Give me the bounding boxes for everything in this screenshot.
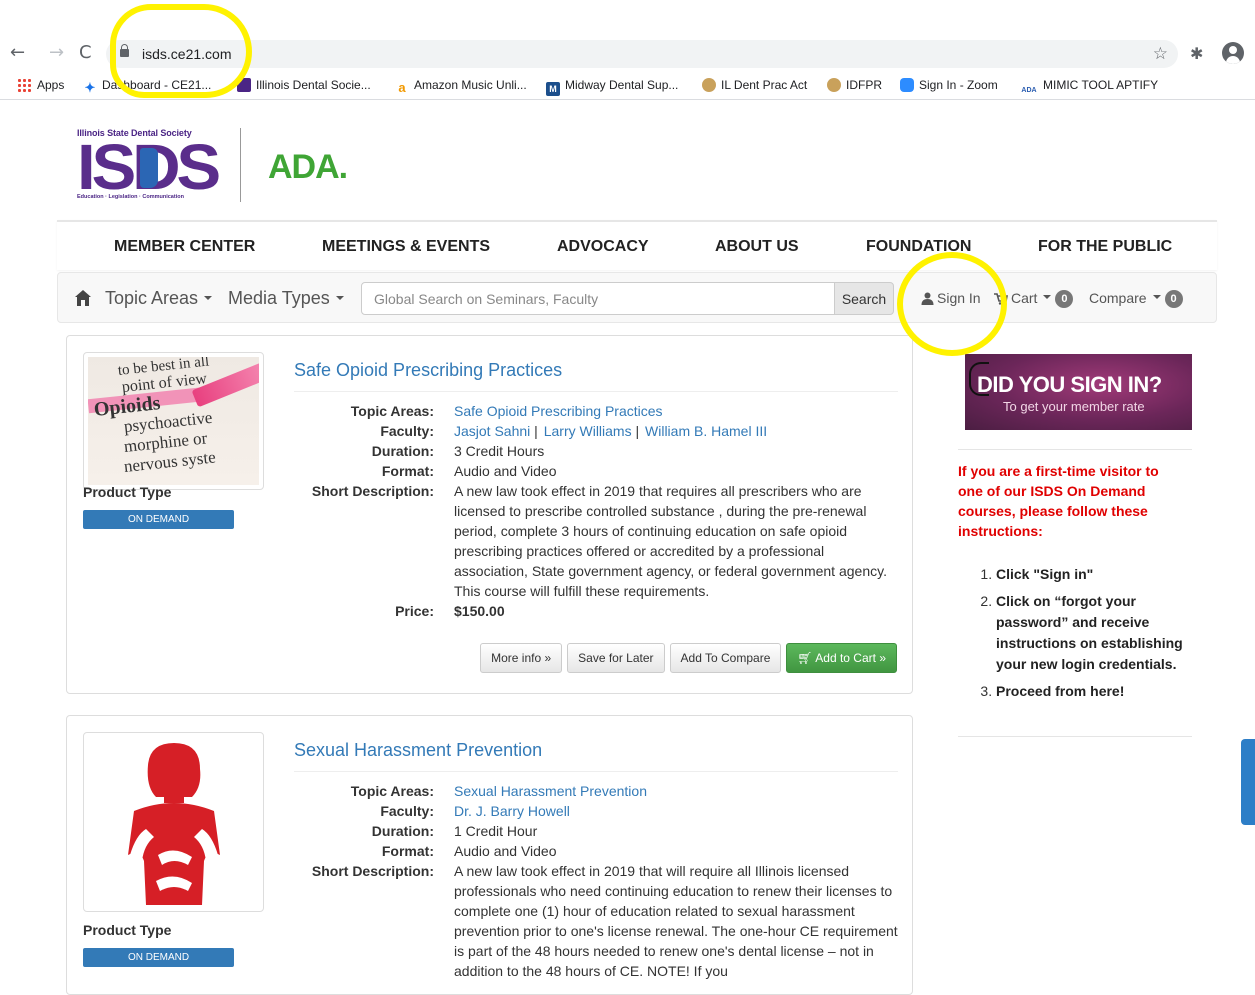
instruction-step: Click on “forgot your password” and rece…: [996, 591, 1192, 675]
bookmark-idfpr[interactable]: IDFPR: [827, 78, 882, 92]
caret-down-icon: [335, 296, 344, 300]
product-title[interactable]: Safe Opioid Prescribing Practices: [294, 360, 562, 381]
add-to-cart-button[interactable]: 🛒︎ Add to Cart »: [786, 643, 897, 673]
bookmark-amazon-music[interactable]: a Amazon Music Unli...: [395, 78, 526, 95]
short-description: A new law took effect in 2019 that requi…: [454, 483, 887, 599]
faculty-link[interactable]: William B. Hamel III: [645, 423, 767, 439]
opioids-dictionary-image: to be best in all point of view Opioids …: [88, 357, 259, 485]
sidebar-divider: [958, 736, 1192, 737]
global-search-input[interactable]: [361, 282, 835, 315]
nav-advocacy[interactable]: ADVOCACY: [557, 238, 649, 256]
product-title[interactable]: Sexual Harassment Prevention: [294, 740, 542, 761]
zoom-icon: [900, 78, 914, 92]
ada-logo[interactable]: ADA.: [268, 148, 348, 187]
title-divider: [294, 771, 898, 772]
product-card: Product Type ON DEMAND Sexual Harassment…: [66, 715, 913, 995]
instructions-list: Click "Sign in" Click on “forgot your pa…: [958, 564, 1192, 708]
ada-icon: ADA: [1021, 87, 1037, 94]
sidebar-divider: [958, 449, 1192, 450]
price-value: $150.00: [454, 603, 505, 619]
product-details: Topic Areas: Sexual Harassment Prevention…: [311, 783, 898, 979]
instruction-step: Click "Sign in": [996, 564, 1192, 585]
more-info-button[interactable]: More info »: [480, 643, 563, 673]
ce21-icon: ✦: [84, 80, 96, 95]
logo-divider: [240, 128, 241, 202]
first-time-visitor-notice: If you are a first-time visitor to one o…: [958, 463, 1159, 539]
title-divider: [294, 391, 898, 392]
duration-value: 3 Credit Hours: [454, 443, 545, 459]
back-arrow-icon[interactable]: ←: [10, 43, 25, 63]
catalog-toolbar: Topic Areas Media Types Search Sign In C…: [57, 272, 1217, 323]
add-to-compare-button[interactable]: Add To Compare: [669, 643, 782, 673]
cart-count-badge: 0: [1055, 290, 1074, 308]
reload-icon[interactable]: C: [79, 43, 92, 63]
forward-arrow-icon[interactable]: →: [49, 43, 64, 63]
save-for-later-button[interactable]: Save for Later: [567, 643, 665, 673]
format-value: Audio and Video: [454, 463, 557, 479]
isds-logo[interactable]: Illinois State Dental Society ISDS Educa…: [77, 128, 221, 204]
topic-area-link[interactable]: Safe Opioid Prescribing Practices: [454, 403, 663, 419]
bookmark-star-icon[interactable]: ☆: [1153, 44, 1168, 64]
url-highlight-annotation: [110, 4, 252, 98]
product-thumbnail[interactable]: [83, 732, 264, 912]
media-types-dropdown[interactable]: Media Types: [228, 288, 344, 309]
faculty-link[interactable]: Dr. J. Barry Howell: [454, 803, 570, 819]
nav-about-us[interactable]: ABOUT US: [715, 238, 799, 256]
product-details: Topic Areas: Safe Opioid Prescribing Prac…: [294, 401, 898, 621]
extensions-puzzle-icon[interactable]: ✱: [1190, 44, 1203, 63]
product-type-badge: ON DEMAND: [83, 948, 234, 967]
short-description: A new law took effect in 2019 that will …: [454, 863, 898, 979]
amazon-icon: a: [398, 80, 406, 95]
bookmark-apps[interactable]: Apps: [17, 78, 64, 92]
product-type-label: Product Type: [83, 484, 172, 500]
product-type-badge: ON DEMAND: [83, 510, 234, 529]
main-navigation: MEMBER CENTER MEETINGS & EVENTS ADVOCACY…: [57, 220, 1217, 270]
caret-down-icon: [1152, 295, 1161, 299]
sign-in-reminder-banner[interactable]: DID YOU SIGN IN? To get your member rate: [965, 354, 1192, 430]
bookmark-mimic-tool[interactable]: ADA MIMIC TOOL APTIFY: [1020, 78, 1158, 98]
instruction-step: Proceed from here!: [996, 681, 1192, 702]
product-actions: More info » Save for Later Add To Compar…: [480, 643, 897, 673]
nav-meetings-events[interactable]: MEETINGS & EVENTS: [322, 238, 490, 256]
illinois-seal-icon: [827, 78, 841, 92]
bookmark-zoom[interactable]: Sign In - Zoom: [900, 78, 998, 92]
compare-dropdown[interactable]: Compare 0: [1089, 290, 1183, 308]
apps-grid-icon: [17, 78, 31, 92]
illinois-seal-icon: [702, 78, 716, 92]
product-type-label: Product Type: [83, 922, 172, 938]
bookmark-midway-dental[interactable]: M Midway Dental Sup...: [546, 78, 678, 96]
format-value: Audio and Video: [454, 843, 557, 859]
illinois-state-shape: [140, 148, 158, 188]
topic-areas-dropdown[interactable]: Topic Areas: [105, 288, 213, 309]
feedback-tab[interactable]: [1241, 739, 1255, 825]
bookmark-illinois-dental-society[interactable]: Illinois Dental Socie...: [237, 78, 371, 92]
address-bar[interactable]: isds.ce21.com ☆: [106, 40, 1178, 68]
nav-for-the-public[interactable]: FOR THE PUBLIC: [1038, 238, 1172, 256]
duration-value: 1 Credit Hour: [454, 823, 538, 839]
profile-avatar-icon[interactable]: [1222, 42, 1244, 64]
product-card: to be best in all point of view Opioids …: [66, 335, 913, 694]
compare-count-badge: 0: [1164, 290, 1183, 308]
topic-area-link[interactable]: Sexual Harassment Prevention: [454, 783, 647, 799]
search-button[interactable]: Search: [834, 282, 894, 315]
cart-icon: 🛒︎: [797, 651, 813, 665]
midway-icon: M: [546, 82, 560, 96]
bookmark-il-dent-prac-act[interactable]: IL Dent Prac Act: [702, 78, 807, 92]
faculty-link[interactable]: Jasjot Sahni: [454, 423, 530, 439]
product-thumbnail[interactable]: to be best in all point of view Opioids …: [83, 352, 264, 490]
sign-in-highlight-annotation: [897, 252, 1007, 356]
harassment-figure-image: [128, 743, 220, 905]
caret-down-icon: [204, 296, 213, 300]
caret-down-icon: [1043, 295, 1052, 299]
nav-member-center[interactable]: MEMBER CENTER: [114, 238, 255, 256]
home-icon[interactable]: [74, 289, 92, 307]
faculty-link[interactable]: Larry Williams: [544, 423, 632, 439]
